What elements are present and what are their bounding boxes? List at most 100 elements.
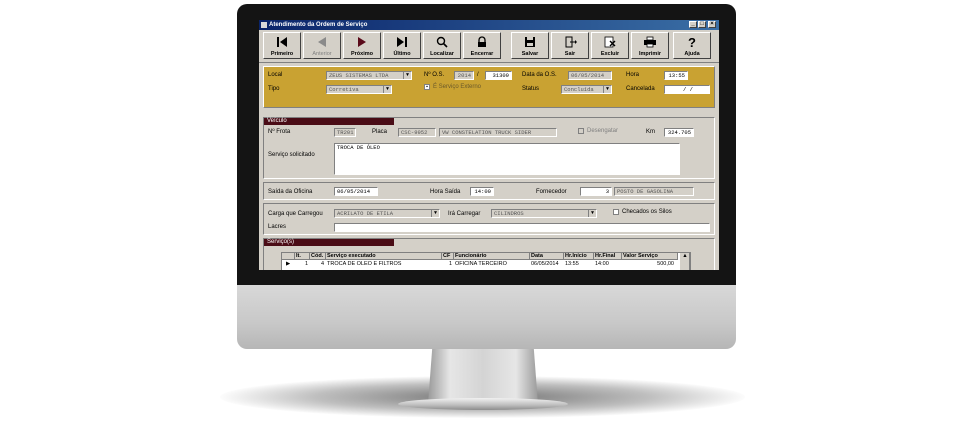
next-button[interactable]: Próximo	[343, 32, 381, 59]
grid-header-data[interactable]: Data	[530, 253, 564, 260]
silos-label: Checados os Silos	[622, 209, 672, 215]
ira-carregar-select[interactable]: CILINDROS ▼	[491, 209, 597, 218]
os-number-field[interactable]: 31309	[485, 71, 512, 80]
os-label: Nº O.S.	[424, 72, 445, 78]
delete-label: Excluir	[600, 51, 620, 57]
row-pointer-icon: ▶	[286, 261, 291, 267]
help-button[interactable]: ? Ajuda	[673, 32, 711, 59]
find-label: Localizar	[430, 51, 454, 57]
grid-header-hr-inicio[interactable]: Hr.Início	[564, 253, 594, 260]
date-label: Data da O.S.	[522, 72, 557, 78]
local-label: Local	[268, 72, 283, 78]
app-icon	[261, 22, 267, 28]
placa-field[interactable]: CSC-9952	[398, 128, 436, 137]
maximize-button[interactable]: □	[698, 21, 706, 28]
date-field[interactable]: 06/05/2014	[568, 71, 612, 80]
saida-field[interactable]: 06/05/2014	[334, 187, 378, 196]
carga-section: Carga que Carregou ACRILATO DE ETILA ▼ Ir…	[263, 203, 715, 235]
delete-button[interactable]: Excluir	[591, 32, 629, 59]
silos-checkbox[interactable]	[613, 209, 619, 215]
exit-label: Sair	[564, 51, 576, 57]
grid-header-cod[interactable]: Cód.	[310, 253, 326, 260]
toolbar: Primeiro Anterior Próximo Último Localiz…	[259, 30, 719, 63]
last-label: Último	[393, 51, 411, 57]
servicos-grid[interactable]: It. Cód. Serviço executado CF Funcionári…	[281, 252, 691, 270]
floppy-disk-icon	[525, 37, 535, 47]
window-title: Atendimento da Ordem de Serviço	[269, 22, 368, 28]
grid-header-it[interactable]: It.	[295, 253, 310, 260]
table-cell[interactable]: 1	[295, 261, 310, 268]
os-separator: /	[477, 72, 479, 78]
km-label: Km	[646, 129, 655, 135]
veiculo-section: Veículo Nº Frota TR201 Placa CSC-9952 VW…	[263, 117, 715, 179]
servico-solicitado-textarea[interactable]: TROCA DE ÓLEO	[334, 143, 680, 175]
find-button[interactable]: Localizar	[423, 32, 461, 59]
tipo-label: Tipo	[268, 86, 280, 92]
saida-label: Saída da Oficina	[268, 189, 313, 195]
externo-label: É Serviço Externo	[433, 84, 482, 90]
svg-text:?: ?	[688, 36, 696, 48]
chevron-down-icon: ▼	[431, 210, 439, 217]
minimize-button[interactable]: _	[689, 21, 697, 28]
status-label: Status	[522, 86, 540, 92]
header-panel: Local ZEUS SISTEMAS LTDA ▼ Nº O.S. 2014 /…	[263, 66, 715, 108]
hora-saida-field[interactable]: 14:00	[470, 187, 494, 196]
table-cell[interactable]: 13:55	[564, 261, 594, 268]
table-cell[interactable]: 1	[442, 261, 454, 268]
help-question-icon: ?	[688, 36, 696, 48]
fornecedor-name-field[interactable]: POSTO DE GASOLINA	[614, 187, 694, 196]
km-field[interactable]: 324.705	[664, 128, 694, 137]
close-os-button[interactable]: Encerrar	[463, 32, 501, 59]
lacres-field[interactable]	[334, 223, 710, 232]
previous-label: Anterior	[312, 51, 332, 57]
magnifier-icon	[436, 36, 448, 48]
first-button[interactable]: Primeiro	[263, 32, 301, 59]
frota-field[interactable]: TR201	[334, 128, 356, 137]
grid-header-valor[interactable]: Valor Serviço	[622, 253, 678, 260]
grid-header-funcionario[interactable]: Funcionário	[454, 253, 530, 260]
local-select[interactable]: ZEUS SISTEMAS LTDA ▼	[326, 71, 412, 80]
printer-icon	[644, 36, 656, 48]
hora-saida-label: Hora Saída	[430, 189, 461, 195]
grid-indicator-header	[282, 253, 295, 260]
desengatar-checkbox[interactable]	[578, 128, 584, 134]
monitor-stand-neck	[428, 346, 538, 404]
previous-button[interactable]: Anterior	[303, 32, 341, 59]
save-label: Salvar	[521, 51, 539, 57]
status-select[interactable]: Concluída ▼	[561, 85, 612, 94]
modelo-field[interactable]: VW CONSTELATION TRUCK SIDER	[439, 128, 557, 137]
first-record-icon	[277, 37, 287, 47]
exit-button[interactable]: Sair	[551, 32, 589, 59]
table-cell[interactable]: 06/05/2014	[530, 261, 564, 268]
grid-scrollbar[interactable]: ▲	[680, 253, 690, 270]
lacres-label: Lacres	[268, 224, 287, 230]
fornecedor-code-field[interactable]: 3	[580, 187, 612, 196]
grid-header-cf[interactable]: CF	[442, 253, 454, 260]
grid-header-hr-final[interactable]: Hr.Final	[594, 253, 622, 260]
table-cell[interactable]: 500,00	[622, 261, 678, 268]
externo-checkbox[interactable]: ▪	[424, 84, 430, 90]
print-label: Imprimir	[638, 51, 661, 57]
print-button[interactable]: Imprimir	[631, 32, 669, 59]
close-button[interactable]: ×	[708, 21, 716, 28]
delete-document-icon	[604, 36, 616, 48]
table-cell[interactable]: 4	[310, 261, 326, 268]
cancelada-label: Cancelada	[626, 86, 655, 92]
table-cell[interactable]: 14:00	[594, 261, 622, 268]
tipo-select[interactable]: Corretiva ▼	[326, 85, 392, 94]
fornecedor-label: Fornecedor	[536, 189, 567, 195]
hora-field[interactable]: 13:55	[664, 71, 688, 80]
grid-header-servico[interactable]: Serviço executado	[326, 253, 442, 260]
servicos-title: Serviço(s)	[264, 239, 394, 246]
table-cell[interactable]: TROCA DE ÓLEO E FILTROS	[326, 261, 442, 268]
last-button[interactable]: Último	[383, 32, 421, 59]
next-record-icon	[358, 37, 366, 47]
table-cell[interactable]: OFICINA TERCEIRO	[454, 261, 530, 268]
oficina-section: Saída da Oficina 06/05/2014 Hora Saída 1…	[263, 182, 715, 200]
os-year-field[interactable]: 2014	[454, 71, 474, 80]
cancelada-field[interactable]: / /	[664, 85, 710, 94]
window-title-bar: Atendimento da Ordem de Serviço _ □ ×	[259, 20, 719, 30]
exit-door-icon	[565, 36, 577, 48]
save-button[interactable]: Salvar	[511, 32, 549, 59]
carga-carregou-select[interactable]: ACRILATO DE ETILA ▼	[334, 209, 440, 218]
